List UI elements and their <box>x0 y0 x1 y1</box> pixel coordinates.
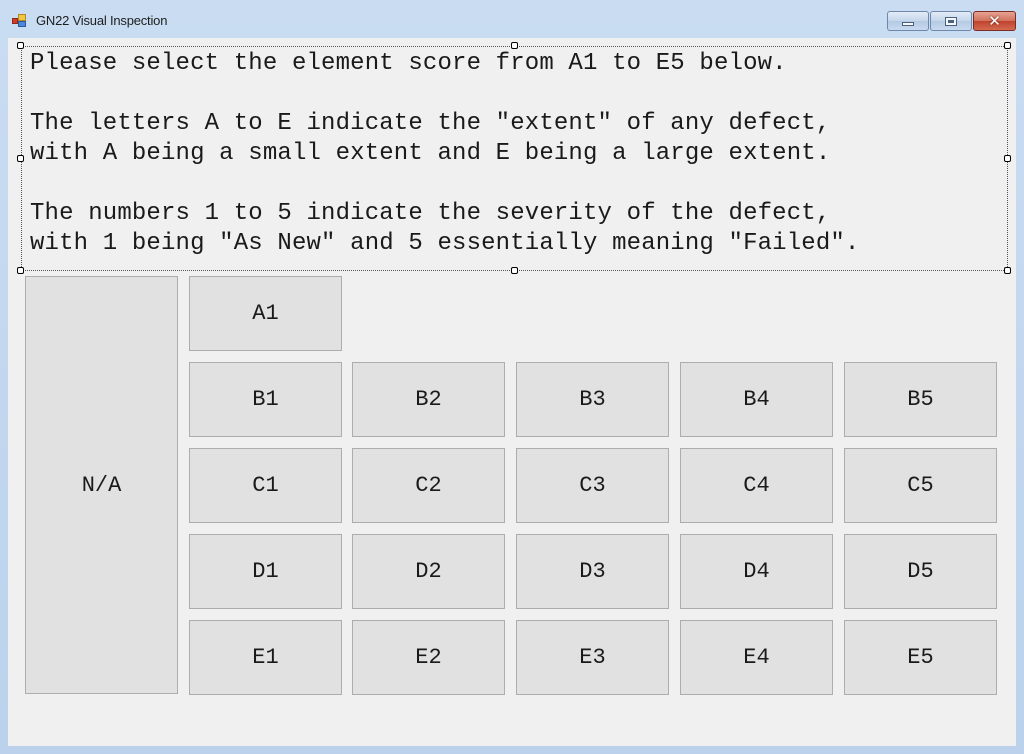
selection-handle[interactable] <box>511 267 518 274</box>
score-button-b3[interactable]: B3 <box>516 362 669 437</box>
score-button-b1[interactable]: B1 <box>189 362 342 437</box>
score-button-c3[interactable]: C3 <box>516 448 669 523</box>
maximize-button[interactable] <box>930 11 972 31</box>
title-bar[interactable]: GN22 Visual Inspection ✕ <box>0 0 1024 38</box>
score-button-a1[interactable]: A1 <box>189 276 342 351</box>
score-button-b4[interactable]: B4 <box>680 362 833 437</box>
score-button-e4[interactable]: E4 <box>680 620 833 695</box>
maximize-icon <box>945 16 957 26</box>
score-button-c5[interactable]: C5 <box>844 448 997 523</box>
close-button[interactable]: ✕ <box>973 11 1016 31</box>
score-button-b5[interactable]: B5 <box>844 362 997 437</box>
app-window: GN22 Visual Inspection ✕ Please select t… <box>0 0 1024 754</box>
score-button-na[interactable]: N/A <box>25 276 178 694</box>
selection-handle[interactable] <box>17 155 24 162</box>
selection-handle[interactable] <box>1004 155 1011 162</box>
selection-handle[interactable] <box>17 267 24 274</box>
score-button-d4[interactable]: D4 <box>680 534 833 609</box>
close-icon: ✕ <box>988 11 1001 30</box>
selection-handle[interactable] <box>511 42 518 49</box>
score-button-c4[interactable]: C4 <box>680 448 833 523</box>
instructions-label: Please select the element score from A1 … <box>21 46 1008 271</box>
minimize-icon <box>902 21 914 26</box>
score-button-b2[interactable]: B2 <box>352 362 505 437</box>
score-button-d1[interactable]: D1 <box>189 534 342 609</box>
score-button-d3[interactable]: D3 <box>516 534 669 609</box>
score-button-e1[interactable]: E1 <box>189 620 342 695</box>
selection-handle[interactable] <box>1004 42 1011 49</box>
score-button-c1[interactable]: C1 <box>189 448 342 523</box>
score-button-d5[interactable]: D5 <box>844 534 997 609</box>
window-title: GN22 Visual Inspection <box>36 13 168 28</box>
score-button-e2[interactable]: E2 <box>352 620 505 695</box>
score-button-c2[interactable]: C2 <box>352 448 505 523</box>
selection-handle[interactable] <box>17 42 24 49</box>
score-button-e5[interactable]: E5 <box>844 620 997 695</box>
score-button-e3[interactable]: E3 <box>516 620 669 695</box>
instructions-text: Please select the element score from A1 … <box>30 50 860 257</box>
app-icon <box>12 13 28 29</box>
minimize-button[interactable] <box>887 11 929 31</box>
score-button-d2[interactable]: D2 <box>352 534 505 609</box>
selection-handle[interactable] <box>1004 267 1011 274</box>
